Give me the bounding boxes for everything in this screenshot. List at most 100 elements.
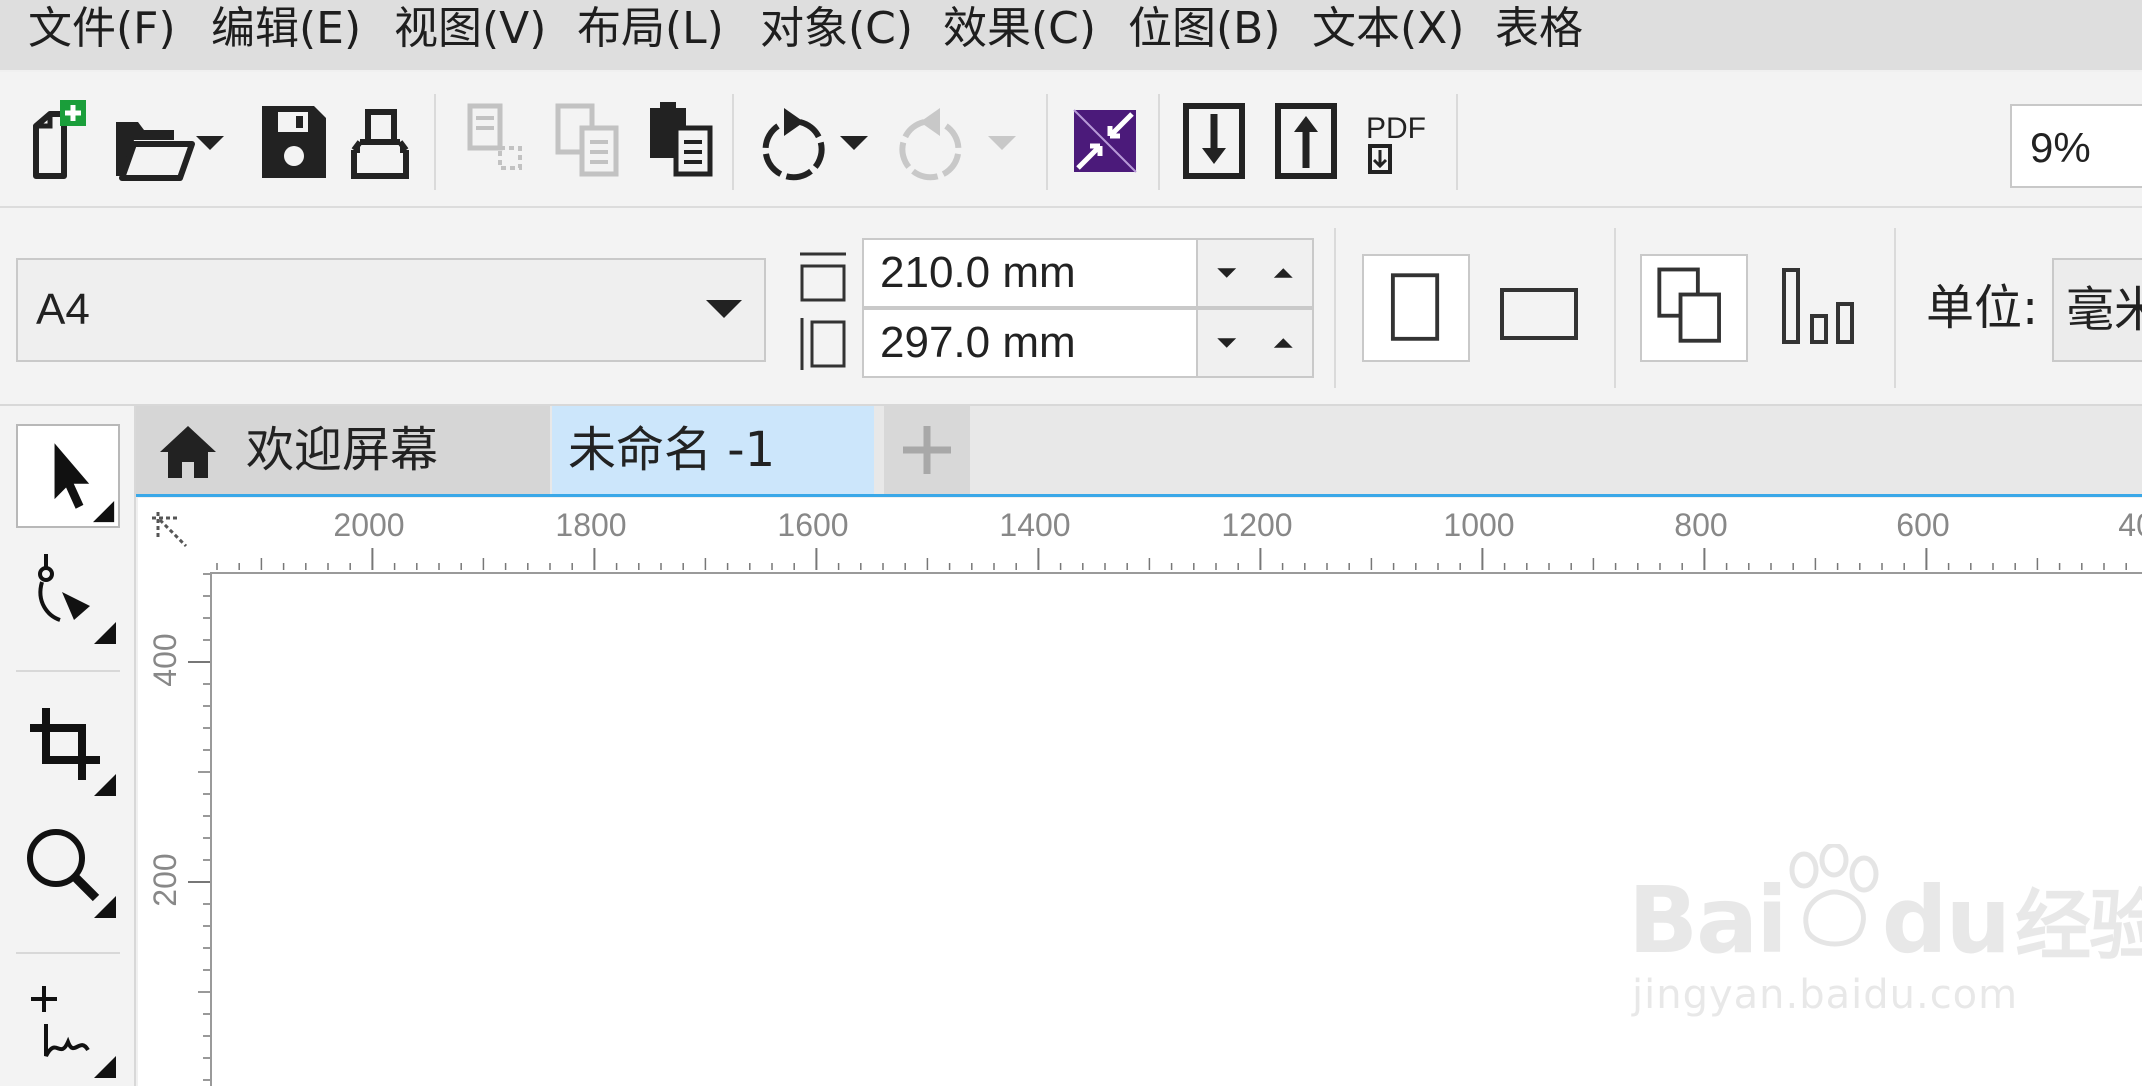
ruler-label: 400 — [2118, 507, 2142, 543]
pointer-arrow-icon — [54, 443, 115, 523]
horizontal-ruler[interactable]: 2000 1800 1600 1400 1200 1000 800 600 400 — [210, 498, 2142, 570]
menu-table[interactable]: 表格 — [1495, 0, 1583, 58]
new-document-icon — [33, 100, 86, 179]
standard-toolbar: PDF 9% — [0, 72, 2142, 208]
save-icon — [262, 106, 326, 178]
caret-down-icon — [840, 136, 868, 150]
print-button[interactable] — [330, 92, 430, 192]
undo-dropdown-button[interactable] — [814, 92, 894, 192]
redo-dropdown-button[interactable] — [962, 92, 1042, 192]
current-page-button[interactable] — [1764, 254, 1872, 362]
menu-view[interactable]: 视图(V) — [394, 0, 546, 58]
new-document-button[interactable] — [10, 92, 110, 192]
crop-tool[interactable] — [16, 694, 120, 798]
paw-icon — [1789, 844, 1879, 947]
open-dropdown-button[interactable] — [170, 92, 250, 192]
page-height-icon — [800, 318, 846, 370]
save-button[interactable] — [240, 92, 340, 192]
page-border-left — [210, 572, 212, 1086]
menu-file[interactable]: 文件(F) — [28, 0, 176, 58]
property-bar: A4 210.0 mm 297.0 mm 单位: 毫 — [0, 208, 2142, 406]
page-height-spinner[interactable] — [1198, 308, 1314, 378]
freehand-icon — [31, 986, 116, 1078]
separator — [732, 94, 734, 190]
landscape-button[interactable] — [1486, 254, 1594, 362]
all-pages-button[interactable] — [1640, 254, 1748, 362]
page-width-spinner[interactable] — [1198, 238, 1314, 308]
freehand-tool[interactable] — [16, 976, 120, 1080]
menu-text[interactable]: 文本(X) — [1312, 0, 1464, 58]
home-icon — [160, 426, 216, 478]
page-width-field[interactable]: 210.0 mm — [862, 238, 1198, 308]
separator — [16, 952, 120, 954]
paste-button[interactable] — [634, 92, 734, 192]
tab-welcome-screen[interactable]: 欢迎屏幕 — [136, 406, 550, 494]
units-dropdown[interactable]: 毫米 — [2052, 258, 2142, 362]
separator — [1894, 228, 1896, 388]
separator — [1456, 94, 1458, 190]
watermark-brand-latin: Bai — [1628, 867, 1788, 974]
ruler-label: 2000 — [333, 507, 404, 543]
fit-arrows-icon — [1073, 109, 1137, 173]
menu-bitmap[interactable]: 位图(B) — [1128, 0, 1281, 58]
page-border-top — [210, 572, 2142, 574]
pick-tool[interactable] — [16, 424, 120, 528]
page-height-field[interactable]: 297.0 mm — [862, 308, 1198, 378]
export-button[interactable] — [1256, 92, 1356, 192]
separator — [16, 670, 120, 672]
new-tab-button[interactable] — [884, 406, 970, 494]
spin-arrows-icon — [1217, 268, 1293, 278]
portrait-page-icon — [1390, 273, 1440, 341]
landscape-page-icon — [1500, 288, 1578, 340]
shape-node-icon — [38, 554, 116, 644]
current-page-icon — [1782, 268, 1854, 344]
ruler-label: 400 — [147, 633, 183, 686]
menu-effects[interactable]: 效果(C) — [943, 0, 1096, 58]
import-icon — [1183, 103, 1245, 179]
watermark-brand-du: du — [1881, 867, 2011, 974]
toolbox — [0, 406, 136, 1086]
ruler-label: 1800 — [555, 507, 626, 543]
shape-tool[interactable] — [16, 542, 120, 646]
tab-untitled-document[interactable]: 未命名 -1 — [552, 406, 874, 494]
plus-icon — [903, 426, 951, 474]
ruler-label: 1600 — [777, 507, 848, 543]
units-label: 单位: — [1926, 280, 2039, 336]
menu-edit[interactable]: 编辑(E) — [211, 0, 361, 58]
crop-icon — [30, 708, 116, 796]
printer-icon — [351, 109, 409, 179]
baidu-jingyan-watermark: Bai du经验 jingyan.baidu.com — [1628, 844, 2142, 1034]
zoom-tool[interactable] — [16, 816, 120, 920]
all-pages-icon — [1657, 267, 1721, 343]
ruler-label: 1400 — [999, 507, 1070, 543]
corel-connect-button[interactable] — [1054, 92, 1154, 192]
export-icon — [1275, 103, 1337, 179]
tab-document-label: 未命名 -1 — [568, 422, 776, 478]
vertical-ruler[interactable]: 4002000 — [138, 570, 210, 1086]
zoom-level-field[interactable]: 9% — [2010, 104, 2142, 188]
document-tab-bar: 欢迎屏幕 未命名 -1 — [136, 406, 2142, 497]
paste-icon — [650, 102, 713, 177]
copy-button[interactable] — [540, 92, 640, 192]
ruler-label: 600 — [1896, 507, 1949, 543]
caret-down-icon — [988, 136, 1016, 150]
horizontal-ruler-scale: 2000 1800 1600 1400 1200 1000 800 600 400 — [216, 507, 2142, 570]
portrait-button[interactable] — [1362, 254, 1470, 362]
menu-object[interactable]: 对象(C) — [760, 0, 913, 58]
menu-layout[interactable]: 布局(L) — [577, 0, 724, 58]
caret-down-icon — [196, 136, 224, 150]
menu-bar: 文件(F) 编辑(E) 视图(V) 布局(L) 对象(C) 效果(C) 位图(B… — [0, 0, 2142, 70]
publish-pdf-button[interactable]: PDF — [1348, 92, 1448, 192]
ruler-label: 1000 — [1443, 507, 1514, 543]
ruler-label: 200 — [147, 853, 183, 906]
separator — [1158, 94, 1160, 190]
ruler-label: 1200 — [1221, 507, 1292, 543]
magnifier-icon — [27, 829, 116, 918]
page-size-dropdown[interactable]: A4 — [16, 258, 766, 362]
page-size-value: A4 — [36, 285, 90, 334]
ruler-origin[interactable] — [138, 498, 210, 570]
import-button[interactable] — [1164, 92, 1264, 192]
cut-button[interactable] — [448, 92, 548, 192]
pdf-label: PDF — [1366, 112, 1426, 145]
drawing-canvas[interactable]: Bai du经验 jingyan.baidu.com — [210, 570, 2142, 1086]
